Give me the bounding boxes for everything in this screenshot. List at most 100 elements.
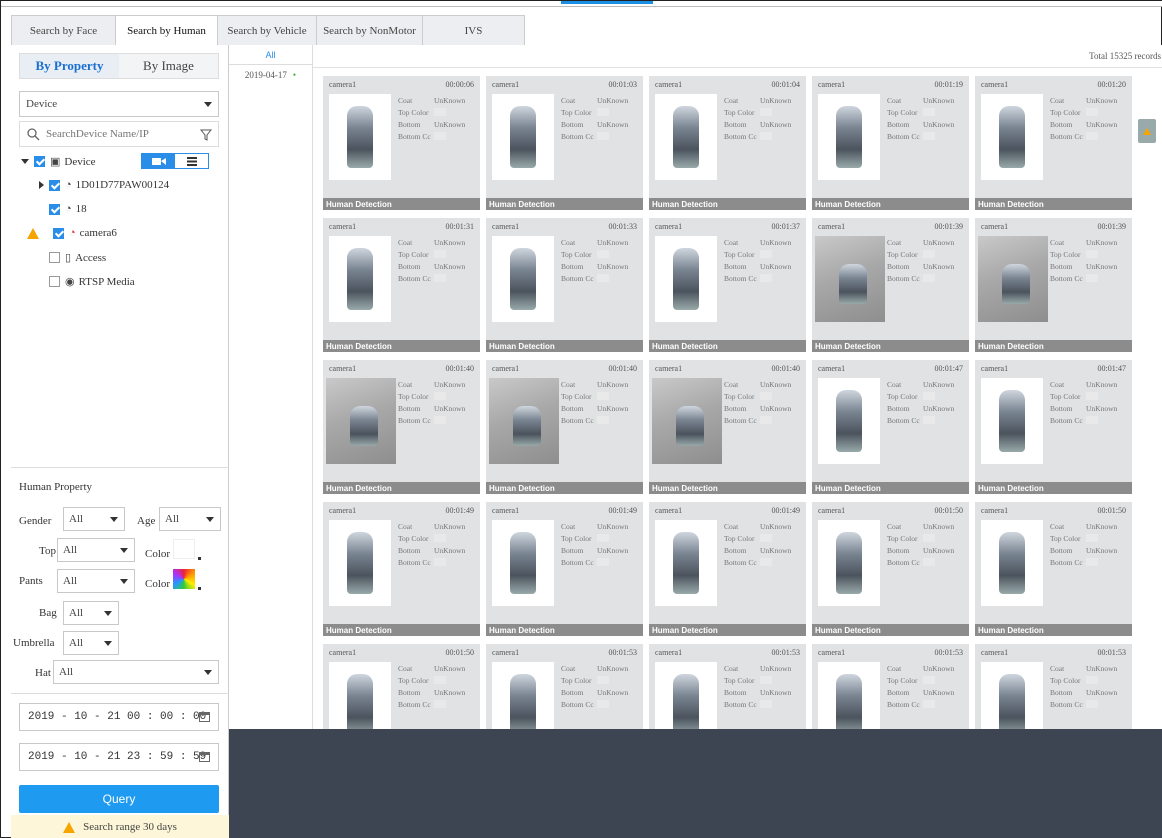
result-card[interactable]: camera1 00:01:20 Coat UnKnown Top Color Botto… bbox=[975, 76, 1132, 210]
result-card[interactable]: camera1 00:01:39 Coat UnKnown Top Color Botto… bbox=[975, 218, 1132, 352]
age-select[interactable]: All bbox=[159, 507, 221, 531]
result-card[interactable]: camera1 00:01:37 Coat UnKnown Top Color Botto… bbox=[649, 218, 806, 352]
snapshot-image[interactable] bbox=[981, 378, 1043, 464]
card-footer: Human Detection bbox=[486, 624, 643, 636]
expand-right-icon[interactable] bbox=[39, 181, 44, 189]
side-warning-icon[interactable] bbox=[1138, 119, 1156, 143]
result-card[interactable]: camera1 00:01:40 Coat UnKnown Top Color Botto… bbox=[323, 360, 480, 494]
result-card[interactable]: camera1 00:01:53 Coat UnKnown Top Color Botto… bbox=[649, 644, 806, 729]
snapshot-image[interactable] bbox=[655, 662, 717, 729]
source-select[interactable]: Device bbox=[19, 91, 219, 117]
result-card[interactable]: camera1 00:01:47 Coat UnKnown Top Color Botto… bbox=[975, 360, 1132, 494]
snapshot-image[interactable] bbox=[818, 378, 880, 464]
bag-select[interactable]: All bbox=[63, 601, 119, 625]
result-card[interactable]: camera1 00:01:49 Coat UnKnown Top Color Botto… bbox=[323, 502, 480, 636]
snapshot-image[interactable] bbox=[655, 94, 717, 180]
snapshot-image[interactable] bbox=[978, 236, 1048, 322]
snapshot-image[interactable] bbox=[329, 662, 391, 729]
tab-search-by-vehicle[interactable]: Search by Vehicle bbox=[217, 15, 317, 45]
attr-row: Top Color bbox=[724, 248, 802, 260]
snapshot-image[interactable] bbox=[652, 378, 722, 464]
snapshot-image[interactable] bbox=[489, 378, 559, 464]
snapshot-image[interactable] bbox=[329, 520, 391, 606]
result-card[interactable]: camera1 00:01:03 Coat UnKnown Top Color Botto… bbox=[486, 76, 643, 210]
device-search-box bbox=[19, 121, 219, 147]
camera-view-icon[interactable] bbox=[142, 154, 175, 168]
tab-search-by-face[interactable]: Search by Face bbox=[11, 15, 116, 45]
card-attributes: Coat UnKnown Top Color Bottom UnKnown Bottom … bbox=[561, 94, 639, 142]
pants-select[interactable]: All bbox=[57, 569, 135, 593]
end-time-field[interactable]: 2019 - 10 - 21 23 : 59 : 59 bbox=[19, 743, 219, 771]
hat-select[interactable]: All bbox=[53, 660, 219, 684]
snapshot-image[interactable] bbox=[818, 520, 880, 606]
snapshot-image[interactable] bbox=[655, 520, 717, 606]
result-card[interactable]: camera1 00:01:39 Coat UnKnown Top Color Botto… bbox=[812, 218, 969, 352]
tree-node-rtsp[interactable]: ◉ RTSP Media bbox=[49, 275, 135, 288]
tree-node-channel1[interactable]: ◔ 1D01D77PAW00124 bbox=[39, 179, 169, 191]
snapshot-image[interactable] bbox=[655, 236, 717, 322]
tree-node-channel2[interactable]: ◔ 18 bbox=[49, 203, 87, 215]
snapshot-image[interactable] bbox=[329, 94, 391, 180]
tree-node-device[interactable]: ▣ Device bbox=[21, 155, 96, 168]
result-card[interactable]: camera1 00:01:53 Coat UnKnown Top Color Botto… bbox=[486, 644, 643, 729]
channel3-checkbox[interactable] bbox=[53, 227, 64, 239]
snapshot-image[interactable] bbox=[326, 378, 396, 464]
start-time-field[interactable]: 2019 - 10 - 21 00 : 00 : 00 bbox=[19, 703, 219, 731]
tab-search-by-nonmotor[interactable]: Search by NonMotor bbox=[316, 15, 423, 45]
pants-color-picker[interactable] bbox=[173, 569, 195, 589]
channel1-checkbox[interactable] bbox=[49, 179, 60, 191]
calendar-icon[interactable] bbox=[199, 712, 210, 722]
result-card[interactable]: camera1 00:01:49 Coat UnKnown Top Color Botto… bbox=[649, 502, 806, 636]
result-card[interactable]: camera1 00:01:50 Coat UnKnown Top Color Botto… bbox=[323, 644, 480, 729]
tab-ivs[interactable]: IVS bbox=[422, 15, 525, 45]
attr-row: Bottom Cc bbox=[1050, 556, 1128, 568]
by-property-button[interactable]: By Property bbox=[20, 54, 119, 78]
result-card[interactable]: camera1 00:01:04 Coat UnKnown Top Color Botto… bbox=[649, 76, 806, 210]
umbrella-select[interactable]: All bbox=[63, 631, 119, 655]
channel2-checkbox[interactable] bbox=[49, 203, 60, 215]
result-card[interactable]: camera1 00:00:06 Coat UnKnown Top Color Botto… bbox=[323, 76, 480, 210]
result-card[interactable]: camera1 00:01:53 Coat UnKnown Top Color Botto… bbox=[812, 644, 969, 729]
result-card[interactable]: camera1 00:01:19 Coat UnKnown Top Color Botto… bbox=[812, 76, 969, 210]
snapshot-image[interactable] bbox=[981, 662, 1043, 729]
result-card[interactable]: camera1 00:01:40 Coat UnKnown Top Color Botto… bbox=[649, 360, 806, 494]
snapshot-image[interactable] bbox=[818, 662, 880, 729]
snapshot-image[interactable] bbox=[981, 94, 1043, 180]
snapshot-image[interactable] bbox=[815, 236, 885, 322]
snapshot-image[interactable] bbox=[492, 236, 554, 322]
date-item[interactable]: 2019-04-17 • bbox=[229, 65, 312, 85]
result-card[interactable]: camera1 00:01:50 Coat UnKnown Top Color Botto… bbox=[975, 502, 1132, 636]
result-card[interactable]: camera1 00:01:40 Coat UnKnown Top Color Botto… bbox=[486, 360, 643, 494]
result-card[interactable]: camera1 00:01:47 Coat UnKnown Top Color Botto… bbox=[812, 360, 969, 494]
snapshot-image[interactable] bbox=[981, 520, 1043, 606]
filter-icon[interactable] bbox=[200, 129, 212, 141]
result-card[interactable]: camera1 00:01:49 Coat UnKnown Top Color Botto… bbox=[486, 502, 643, 636]
snapshot-image[interactable] bbox=[492, 662, 554, 729]
result-card[interactable]: camera1 00:01:31 Coat UnKnown Top Color Botto… bbox=[323, 218, 480, 352]
gender-select[interactable]: All bbox=[63, 507, 125, 531]
device-checkbox[interactable] bbox=[34, 156, 45, 167]
rtsp-checkbox[interactable] bbox=[49, 276, 60, 287]
list-view-icon[interactable] bbox=[175, 154, 208, 168]
tab-search-by-human[interactable]: Search by Human bbox=[115, 15, 218, 46]
calendar-icon[interactable] bbox=[199, 752, 210, 762]
snapshot-image[interactable] bbox=[329, 236, 391, 322]
expand-down-icon[interactable] bbox=[21, 159, 29, 164]
snapshot-image[interactable] bbox=[492, 94, 554, 180]
result-card[interactable]: camera1 00:01:53 Coat UnKnown Top Color Botto… bbox=[975, 644, 1132, 729]
result-card[interactable]: camera1 00:01:50 Coat UnKnown Top Color Botto… bbox=[812, 502, 969, 636]
snapshot-image[interactable] bbox=[818, 94, 880, 180]
date-all[interactable]: All bbox=[229, 45, 312, 65]
top-select[interactable]: All bbox=[57, 538, 135, 562]
top-color-picker[interactable] bbox=[173, 539, 195, 559]
card-time: 00:01:40 bbox=[445, 364, 474, 373]
device-search-input[interactable] bbox=[46, 128, 196, 140]
tree-node-access[interactable]: ▯ Access bbox=[49, 251, 106, 264]
snapshot-image[interactable] bbox=[492, 520, 554, 606]
access-checkbox[interactable] bbox=[49, 252, 60, 263]
query-button[interactable]: Query bbox=[19, 785, 219, 813]
attr-key: Bottom Cc bbox=[398, 557, 431, 567]
tree-node-channel3[interactable]: ◔ camera6 bbox=[27, 227, 117, 239]
result-card[interactable]: camera1 00:01:33 Coat UnKnown Top Color Botto… bbox=[486, 218, 643, 352]
by-image-button[interactable]: By Image bbox=[119, 54, 218, 78]
